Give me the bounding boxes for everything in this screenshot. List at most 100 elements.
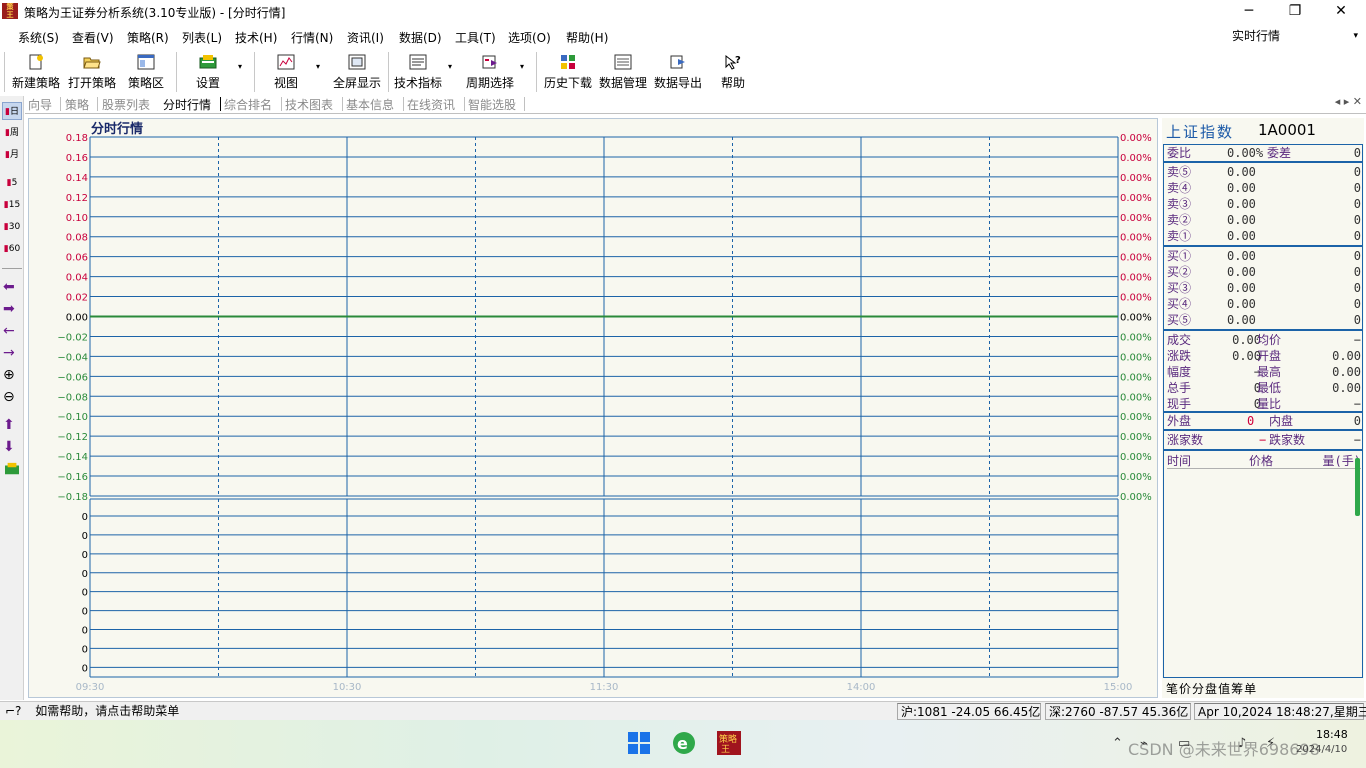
menu-system[interactable]: 系统(S)	[18, 29, 59, 46]
period-weekly-button[interactable]: ▮周	[2, 124, 22, 142]
history-download-label: 历史下载	[543, 76, 592, 90]
fullscreen-button[interactable]: 全屏显示	[330, 50, 384, 94]
menu-tools[interactable]: 工具(T)	[455, 29, 496, 46]
period-15min-button[interactable]: ▮15	[2, 196, 22, 214]
tab-ranking[interactable]: 综合排名	[224, 96, 272, 113]
move-down-icon[interactable]: ⬇	[3, 438, 15, 456]
tray-expand-icon[interactable]: ⌃	[1112, 736, 1123, 751]
toolbar-separator	[388, 52, 389, 92]
tab-tick[interactable]: 笔	[1166, 682, 1178, 696]
tab-basic-info[interactable]: 基本信息	[346, 96, 394, 113]
menu-options[interactable]: 选项(O)	[508, 29, 551, 46]
period-5min-button[interactable]: ▮5	[2, 174, 22, 192]
trade-stat-row: 总手 0 最低 0.00	[1167, 380, 1361, 396]
stat-value: 0.00	[1332, 381, 1361, 395]
move-right-fast-icon[interactable]: ➡	[3, 300, 15, 318]
tab-scroll-close[interactable]: ◂ ▸ ✕	[1335, 95, 1362, 108]
title-bar: 策王 策略为王证券分析系统(3.10专业版) - [分时行情] ─ ❐ ✕	[0, 0, 1366, 24]
period-monthly-button[interactable]: ▮月	[2, 146, 22, 164]
settings-small-icon[interactable]	[2, 462, 22, 480]
export-icon	[670, 55, 685, 69]
move-left-fast-icon[interactable]: ⬅	[3, 278, 15, 296]
help-hint: ⌐? 如需帮助，请点击帮助菜单	[2, 703, 895, 720]
maximize-button[interactable]: ❐	[1272, 0, 1318, 24]
windows-start-icon[interactable]	[626, 730, 652, 756]
technical-indicator-button[interactable]: 技术指标	[392, 50, 444, 94]
trade-details-box[interactable]: 时间 价格 量(手)	[1163, 450, 1363, 678]
buy-level-label: 买⑤	[1167, 313, 1192, 327]
tray-clock-time[interactable]: 18:48	[1316, 728, 1348, 741]
menu-news[interactable]: 资讯(I)	[347, 29, 384, 46]
zoom-in-icon[interactable]: ⊕	[3, 366, 15, 384]
intraday-chart-panel[interactable]: 分时行情 0.18 0.00% 0.16 0.00% 0.14 0.00% 0.12 0.00%…	[28, 118, 1158, 698]
settings-dropdown-icon[interactable]: ▾	[238, 62, 242, 71]
menu-technical[interactable]: 技术(H)	[235, 29, 277, 46]
period-select-button[interactable]: 周期选择	[464, 50, 516, 94]
tab-guide[interactable]: 向导	[28, 96, 52, 113]
sell-level-label: 卖③	[1167, 197, 1192, 211]
tab-separator	[97, 97, 98, 111]
percent-tick-label: 0.00%	[1120, 213, 1152, 224]
period-dropdown-icon[interactable]: ▾	[520, 62, 524, 71]
zoom-out-icon[interactable]: ⊖	[3, 388, 15, 406]
strategy-area-button[interactable]: 策略区	[124, 50, 168, 94]
tray-clock-date[interactable]: 2024/4/10	[1296, 744, 1347, 755]
period-60min-button[interactable]: ▮60	[2, 240, 22, 258]
percent-tick-label: 0.00%	[1120, 432, 1152, 443]
tab-strategy[interactable]: 策略	[65, 96, 89, 113]
tab-separator	[60, 97, 61, 111]
tab-tech-chart[interactable]: 技术图表	[285, 96, 333, 113]
tab-price[interactable]: 价	[1179, 682, 1191, 696]
tab-value[interactable]: 值	[1218, 682, 1230, 696]
stock-app-taskbar-icon[interactable]: 策略王	[716, 730, 742, 756]
minimize-button[interactable]: ─	[1226, 0, 1272, 24]
view-button[interactable]: 视图	[264, 50, 308, 94]
trades-scrollbar[interactable]	[1355, 458, 1360, 516]
realtime-quote-select[interactable]: 实时行情 ▾	[1232, 27, 1362, 45]
menu-quotes[interactable]: 行情(N)	[291, 29, 333, 46]
view-dropdown-icon[interactable]: ▾	[316, 62, 320, 71]
browser-icon[interactable]: e	[671, 730, 697, 756]
tab-minute[interactable]: 分	[1192, 682, 1204, 696]
sell-level-label: 卖⑤	[1167, 165, 1192, 179]
trade-stat-row: 幅度 − 最高 0.00	[1167, 364, 1361, 380]
new-strategy-button[interactable]: 新建策略	[10, 50, 62, 94]
price-tick-label: 0.02	[66, 293, 88, 304]
toolbar-separator	[4, 52, 5, 92]
open-strategy-button[interactable]: 打开策略	[66, 50, 118, 94]
menu-data[interactable]: 数据(D)	[399, 29, 442, 46]
tab-chips[interactable]: 筹	[1231, 682, 1243, 696]
tab-orders[interactable]: 单	[1244, 682, 1256, 696]
period-30min-button[interactable]: ▮30	[2, 218, 22, 236]
menu-strategy[interactable]: 策略(R)	[127, 29, 169, 46]
price-tick-label: −0.02	[57, 332, 88, 343]
help-button[interactable]: ? 帮助	[716, 50, 750, 94]
buy-volume: 0	[1353, 265, 1361, 279]
percent-tick-label: 0.00%	[1120, 412, 1152, 423]
buy-price: 0.00	[1227, 265, 1256, 279]
menu-help[interactable]: 帮助(H)	[566, 29, 608, 46]
percent-tick-label: 0.00%	[1120, 153, 1152, 164]
tab-online-news[interactable]: 在线资讯	[407, 96, 455, 113]
sell-volume: 0	[1353, 213, 1361, 227]
tab-stock-list[interactable]: 股票列表	[102, 96, 150, 113]
move-right-icon[interactable]: →	[3, 344, 15, 362]
close-button[interactable]: ✕	[1318, 0, 1364, 24]
data-management-button[interactable]: 数据管理	[596, 50, 650, 94]
new-strategy-label: 新建策略	[11, 76, 60, 90]
sell-volume: 0	[1353, 229, 1361, 243]
data-export-button[interactable]: 数据导出	[652, 50, 704, 94]
tab-smart-pick[interactable]: 智能选股	[468, 96, 516, 113]
move-left-icon[interactable]: ←	[3, 322, 15, 340]
settings-button[interactable]: 设置	[186, 50, 230, 94]
menu-view[interactable]: 查看(V)	[72, 29, 114, 46]
history-download-button[interactable]: 历史下载	[542, 50, 594, 94]
tab-intraday[interactable]: 分时行情	[163, 96, 211, 113]
commission-box: 委比 0.00% 委差 0	[1163, 144, 1363, 162]
index-name: 上证指数	[1166, 123, 1235, 141]
indicator-dropdown-icon[interactable]: ▾	[448, 62, 452, 71]
move-up-icon[interactable]: ⬆	[3, 416, 15, 434]
tab-disk[interactable]: 盘	[1205, 682, 1217, 696]
period-daily-button[interactable]: ▮日	[2, 102, 22, 120]
menu-list[interactable]: 列表(L)	[182, 29, 222, 46]
